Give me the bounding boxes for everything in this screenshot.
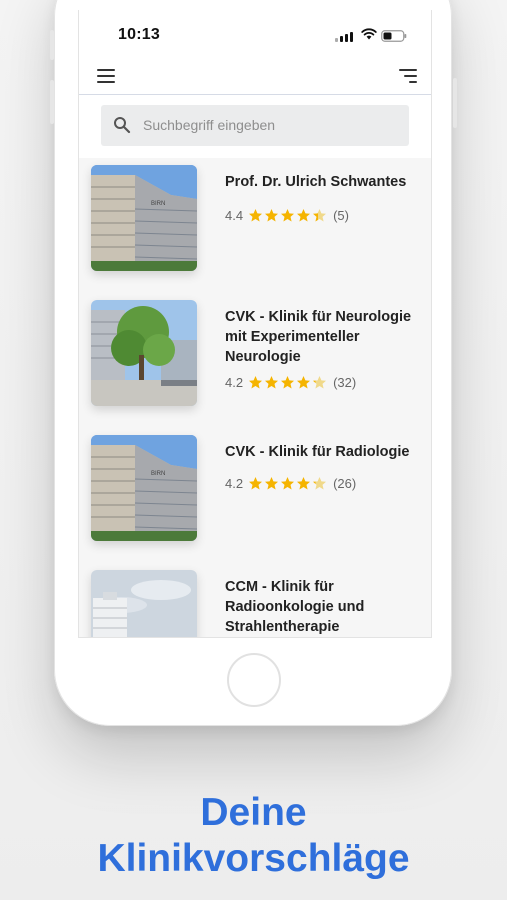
clinic-photo: BIRN <box>91 435 197 541</box>
star-icon <box>297 376 311 389</box>
clinic-name: Prof. Dr. Ulrich Schwantes <box>225 174 407 190</box>
rating-score: 4.4 <box>225 208 244 223</box>
clinic-photo <box>91 300 197 406</box>
home-button[interactable] <box>227 653 281 707</box>
clinic-rating: 4.2 (32) <box>225 375 356 390</box>
wifi-icon <box>361 28 377 40</box>
clinic-list-item[interactable]: CCM - Klinik für Radioonkologie und Stra… <box>79 563 431 637</box>
clinic-rating: 4.2 (26) <box>225 476 356 491</box>
star-icon <box>313 477 327 490</box>
search-input[interactable]: Suchbegriff eingeben <box>101 105 409 146</box>
rating-stars <box>248 476 327 491</box>
review-count: (5) <box>333 208 349 223</box>
rating-stars <box>248 208 327 223</box>
clinic-list: BIRN Prof. Dr. Ulrich Schwantes 4.4 (5) <box>79 158 431 637</box>
review-count: (32) <box>333 375 357 390</box>
app-bar <box>79 60 431 95</box>
star-icon <box>281 376 295 389</box>
clinic-list-item[interactable]: CVK - Klinik für Neurologie mit Experime… <box>79 293 431 413</box>
app-screen: 10:13 Suchbegriff eingeben BIRN Prof. Dr… <box>78 10 432 638</box>
phone-side-button <box>453 78 457 128</box>
phone-side-button <box>50 80 54 124</box>
clinic-list-item[interactable]: BIRN Prof. Dr. Ulrich Schwantes 4.4 (5) <box>79 158 431 278</box>
clinic-name: CVK - Klinik für Neurologie mit Experime… <box>225 309 412 365</box>
sort-filter-icon[interactable] <box>399 69 417 83</box>
svg-text:BIRN: BIRN <box>151 201 165 207</box>
clinic-name: CVK - Klinik für Radiologie <box>225 444 410 460</box>
clinic-rating: 4.4 (5) <box>225 208 349 223</box>
star-icon <box>297 477 311 490</box>
status-time: 10:13 <box>118 26 160 43</box>
clinic-list-item[interactable]: BIRN CVK - Klinik für Radiologie 4.2 (26… <box>79 428 431 548</box>
phone-side-button <box>50 30 54 60</box>
hamburger-menu-icon[interactable] <box>97 69 115 83</box>
tagline: Deine Klinikvorschläge <box>0 790 507 882</box>
star-icon <box>297 209 311 222</box>
clinic-name: CCM - Klinik für Radioonkologie und Stra… <box>225 579 365 635</box>
star-icon <box>249 376 263 389</box>
cellular-signal-icon <box>335 32 353 42</box>
star-icon <box>281 209 295 222</box>
clinic-photo <box>91 570 197 637</box>
star-icon <box>249 477 263 490</box>
svg-text:BIRN: BIRN <box>151 471 165 477</box>
rating-stars <box>248 375 327 390</box>
star-icon <box>313 209 327 222</box>
tagline-line-1: Deine <box>200 791 307 834</box>
rating-score: 4.2 <box>225 375 244 390</box>
star-icon <box>313 376 327 389</box>
star-icon <box>265 209 279 222</box>
review-count: (26) <box>333 476 357 491</box>
star-icon <box>281 477 295 490</box>
star-icon <box>265 376 279 389</box>
star-icon <box>249 209 263 222</box>
clinic-photo: BIRN <box>91 165 197 271</box>
rating-score: 4.2 <box>225 476 244 491</box>
battery-icon <box>381 30 407 42</box>
status-bar: 10:13 <box>79 10 431 60</box>
tagline-line-2: Klinikvorschläge <box>97 837 410 880</box>
star-icon <box>265 477 279 490</box>
search-placeholder: Suchbegriff eingeben <box>143 117 276 133</box>
search-icon <box>114 117 131 134</box>
